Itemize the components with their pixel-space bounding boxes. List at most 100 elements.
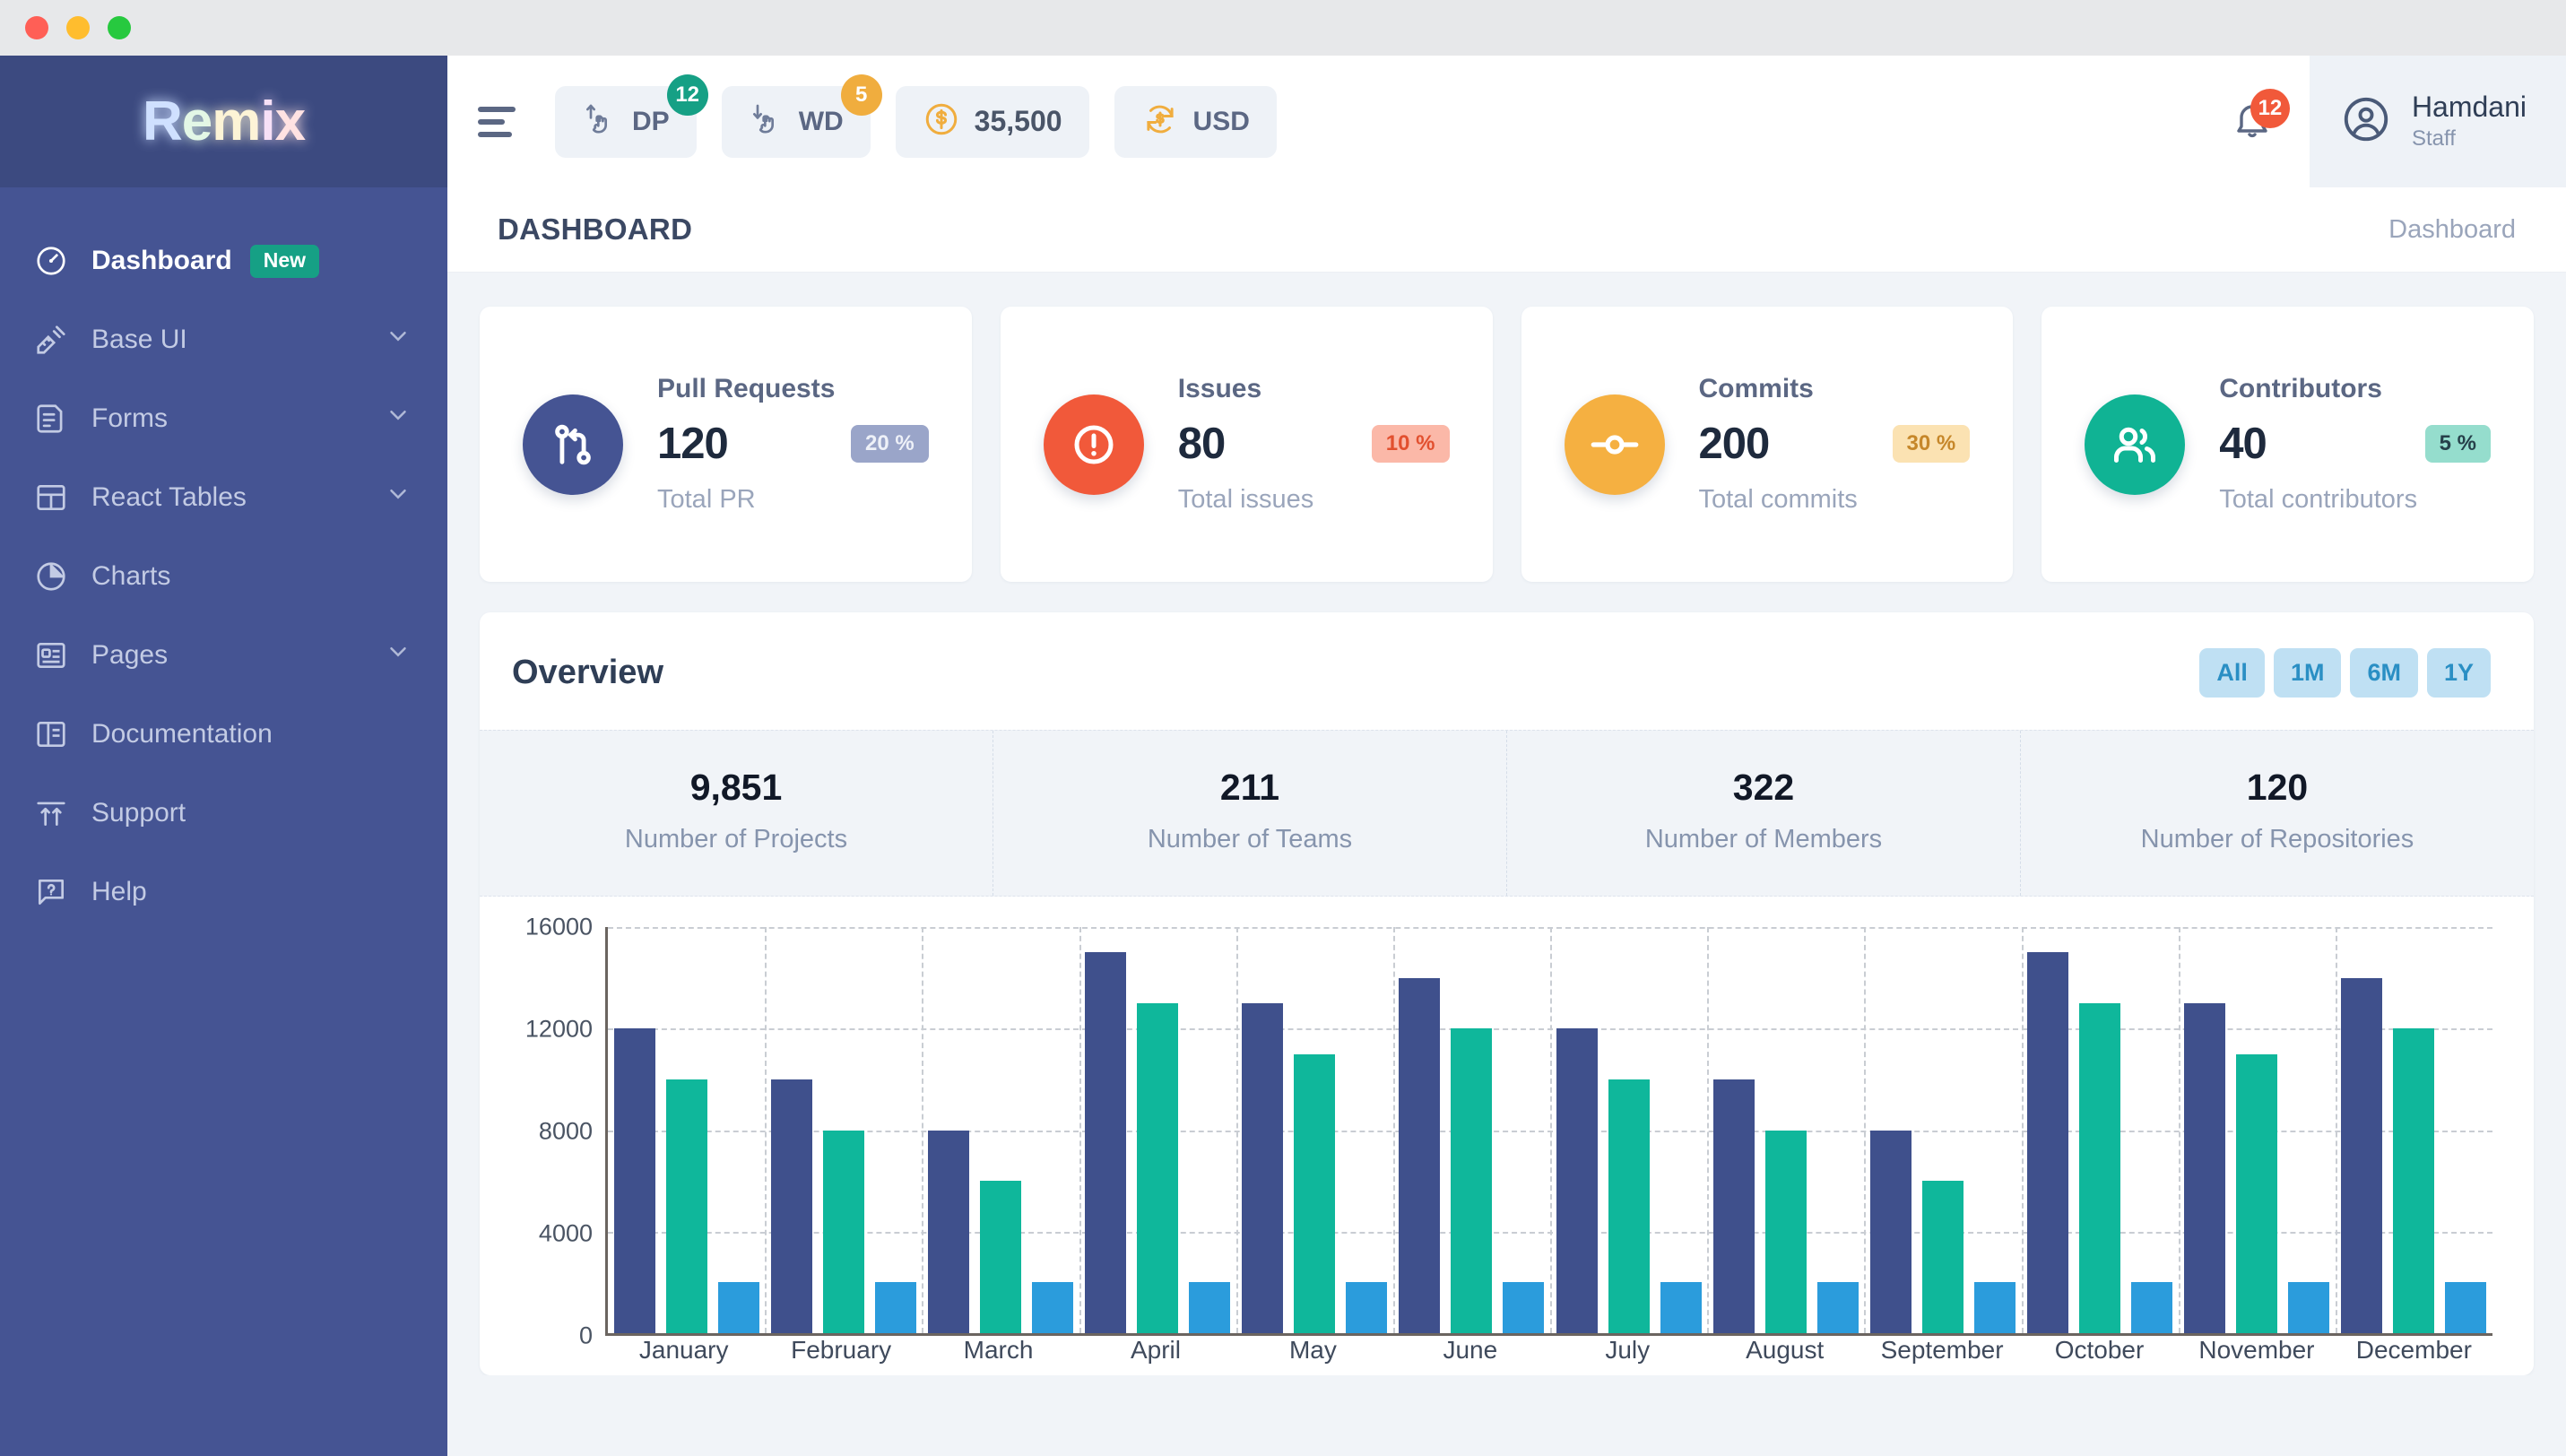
bar-series-3[interactable] bbox=[1346, 1282, 1388, 1333]
filter-all-button[interactable]: All bbox=[2199, 648, 2265, 698]
bar-series-2[interactable] bbox=[1921, 1181, 1964, 1333]
bar-group bbox=[2179, 927, 2336, 1333]
sidebar-item-help[interactable]: Help bbox=[0, 853, 447, 932]
sidebar-item-pages[interactable]: Pages bbox=[0, 616, 447, 695]
sidebar-item-react-tables[interactable]: React Tables bbox=[0, 458, 447, 537]
sidebar-item-charts[interactable]: Charts bbox=[0, 537, 447, 616]
bar-group bbox=[922, 927, 1079, 1333]
bar-series-3[interactable] bbox=[1816, 1282, 1859, 1333]
stat-card-body: Commits 200 30 % Total commits bbox=[1699, 374, 1971, 515]
stat-value: 120 bbox=[2246, 767, 2309, 808]
bar-series-3[interactable] bbox=[717, 1282, 759, 1333]
page-content: Pull Requests 120 20 % Total PR Issues 8… bbox=[447, 273, 2566, 1375]
stat-card-issues[interactable]: Issues 80 10 % Total issues bbox=[1000, 307, 1493, 582]
chevron-down-icon[interactable] bbox=[385, 323, 412, 357]
bar-series-2[interactable] bbox=[1451, 1028, 1493, 1333]
bar-series-2[interactable] bbox=[2079, 1002, 2121, 1333]
y-tick-label: 8000 bbox=[538, 1117, 593, 1145]
dollar-coin-icon bbox=[923, 100, 960, 143]
bar-series-2[interactable] bbox=[1137, 1002, 1179, 1333]
filter-6m-button[interactable]: 6M bbox=[2350, 648, 2418, 698]
sidebar-item-forms[interactable]: Forms bbox=[0, 379, 447, 458]
x-tick-label: July bbox=[1605, 1336, 1651, 1364]
sidebar-item-dashboard[interactable]: Dashboard New bbox=[0, 221, 447, 300]
bar-series-3[interactable] bbox=[1031, 1282, 1073, 1333]
bar-series-1[interactable] bbox=[613, 1028, 655, 1333]
notifications-button[interactable]: 12 bbox=[2195, 89, 2310, 145]
stat-card-row: 200 30 % bbox=[1699, 419, 1971, 469]
bar-series-3[interactable] bbox=[1189, 1282, 1231, 1333]
bar-series-3[interactable] bbox=[1660, 1282, 1702, 1333]
bar-series-1[interactable] bbox=[1712, 1079, 1755, 1333]
bar-group bbox=[2336, 927, 2492, 1333]
currency-exchange-icon bbox=[1141, 100, 1179, 143]
page-header: DASHBOARD Dashboard bbox=[447, 187, 2566, 273]
notification-count-badge: 12 bbox=[2250, 89, 2290, 128]
git-commit-icon bbox=[1564, 394, 1665, 495]
bar-series-2[interactable] bbox=[1294, 1053, 1336, 1333]
x-tick-label: May bbox=[1288, 1336, 1337, 1364]
bar-series-3[interactable] bbox=[1973, 1282, 2016, 1333]
stat-card-pull-requests[interactable]: Pull Requests 120 20 % Total PR bbox=[480, 307, 972, 582]
stat-label: Number of Members bbox=[1644, 825, 1883, 854]
bar-series-1[interactable] bbox=[2184, 1002, 2226, 1333]
book-columns-icon bbox=[34, 717, 74, 751]
currency-pill[interactable]: USD bbox=[1114, 85, 1277, 158]
stat-card-commits[interactable]: Commits 200 30 % Total commits bbox=[1521, 307, 2014, 582]
chevron-down-icon[interactable] bbox=[385, 638, 412, 672]
bar-series-1[interactable] bbox=[1399, 977, 1441, 1333]
app-window: R e m i x Dashboard New Base UI Forms Re… bbox=[0, 0, 2566, 1456]
bar-series-1[interactable] bbox=[1869, 1130, 1911, 1333]
y-tick-label: 16000 bbox=[524, 913, 593, 940]
sidebar-item-support[interactable]: Support bbox=[0, 774, 447, 853]
bar-series-2[interactable] bbox=[979, 1181, 1021, 1333]
stat-card-contributors[interactable]: Contributors 40 5 % Total contributors bbox=[2042, 307, 2534, 582]
balance-pill[interactable]: 35,500 bbox=[895, 85, 1089, 158]
bar-series-2[interactable] bbox=[1608, 1079, 1650, 1333]
form-document-icon bbox=[34, 402, 74, 436]
bar-series-2[interactable] bbox=[665, 1079, 707, 1333]
chevron-down-icon[interactable] bbox=[385, 481, 412, 515]
stat-value: 211 bbox=[1219, 767, 1280, 808]
bar-series-2[interactable] bbox=[822, 1130, 864, 1333]
overview-panel: Overview All 1M 6M 1Y 9,851 Number of Pr… bbox=[480, 612, 2534, 1375]
stat-card-body: Contributors 40 5 % Total contributors bbox=[2219, 374, 2491, 515]
bar-series-2[interactable] bbox=[2393, 1028, 2435, 1333]
hamburger-icon[interactable] bbox=[478, 106, 528, 137]
bar-series-1[interactable] bbox=[1556, 1028, 1598, 1333]
bar-series-3[interactable] bbox=[2445, 1282, 2487, 1333]
bar-series-2[interactable] bbox=[1764, 1130, 1807, 1333]
maximize-window-button[interactable] bbox=[108, 16, 131, 39]
withdraw-pill[interactable]: WD 5 bbox=[721, 74, 882, 158]
bar-series-1[interactable] bbox=[1242, 1002, 1284, 1333]
bar-series-1[interactable] bbox=[770, 1079, 812, 1333]
bar-series-3[interactable] bbox=[1503, 1282, 1545, 1333]
bar-series-1[interactable] bbox=[2341, 977, 2383, 1333]
bar-series-1[interactable] bbox=[927, 1130, 969, 1333]
x-tick-label: April bbox=[1130, 1336, 1181, 1364]
bar-series-2[interactable] bbox=[2236, 1053, 2278, 1333]
filter-1y-button[interactable]: 1Y bbox=[2426, 648, 2491, 698]
brand-logo[interactable]: R e m i x bbox=[0, 56, 447, 187]
bar-series-1[interactable] bbox=[1085, 952, 1127, 1333]
deposit-pill[interactable]: DP 12 bbox=[555, 74, 708, 158]
stat-card-subtitle: Total contributors bbox=[2219, 485, 2418, 514]
bar-series-1[interactable] bbox=[2027, 952, 2069, 1333]
stat-card-percent: 30 % bbox=[1892, 425, 1971, 463]
sidebar-item-label: Support bbox=[91, 798, 186, 828]
bar-series-3[interactable] bbox=[2288, 1282, 2330, 1333]
breadcrumb[interactable]: Dashboard bbox=[2388, 215, 2516, 245]
topbar: DP 12 WD 5 35,500 USD 12 Hamdani Staff bbox=[447, 56, 2566, 187]
bar-group bbox=[1236, 927, 1393, 1333]
user-menu[interactable]: Hamdani Staff bbox=[2309, 56, 2566, 187]
close-window-button[interactable] bbox=[25, 16, 48, 39]
minimize-window-button[interactable] bbox=[66, 16, 90, 39]
bar-series-3[interactable] bbox=[874, 1282, 916, 1333]
sidebar-item-documentation[interactable]: Documentation bbox=[0, 695, 447, 774]
stat-card-title: Pull Requests bbox=[657, 374, 836, 403]
filter-1m-button[interactable]: 1M bbox=[2273, 648, 2342, 698]
y-tick-label: 12000 bbox=[524, 1015, 593, 1043]
chevron-down-icon[interactable] bbox=[385, 402, 412, 436]
bar-series-3[interactable] bbox=[2131, 1282, 2173, 1333]
sidebar-item-base-ui[interactable]: Base UI bbox=[0, 300, 447, 379]
